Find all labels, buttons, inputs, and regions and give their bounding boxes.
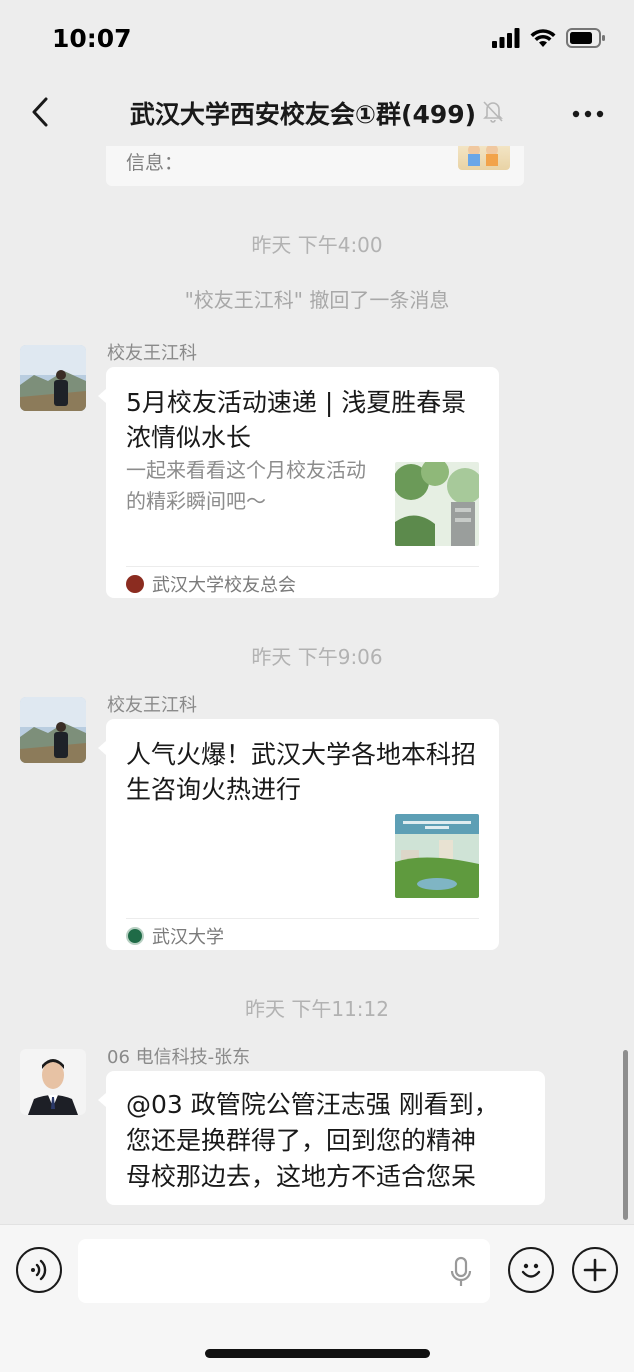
emoji-button[interactable] [508, 1247, 554, 1293]
back-button[interactable] [20, 92, 60, 132]
message-line: 母校那边去，这地方不适合您呆 [126, 1162, 477, 1191]
more-button[interactable] [568, 94, 608, 134]
card-source: 武汉大学 [126, 923, 224, 949]
status-bar: 10:07 [0, 0, 634, 80]
card-divider [126, 566, 479, 567]
recall-notice: "校友王江科" 撤回了一条消息 [184, 288, 450, 312]
alumni-logo-icon [126, 575, 144, 593]
timestamp-label: 昨天 下午9:06 [251, 645, 383, 669]
timestamp-label: 昨天 下午11:12 [245, 997, 389, 1021]
card-thumbnail [395, 814, 479, 898]
plus-button[interactable] [572, 1247, 618, 1293]
microphone-icon [450, 1256, 472, 1286]
wifi-icon [530, 28, 556, 52]
timestamp-label: 昨天 下午4:00 [251, 233, 383, 257]
status-time: 10:07 [52, 24, 132, 53]
input-bar [0, 1224, 634, 1372]
card-title: 人气火爆！武汉大学各地本科招生咨询火热进行 [126, 740, 477, 804]
voice-button[interactable] [16, 1247, 62, 1293]
message-line: @03 政管院公管汪志强 刚看到， [126, 1090, 499, 1119]
nav-title-wrap: 武汉大学西安校友会①群(499) [90, 94, 544, 132]
sender-name: 校友王江科 [107, 695, 197, 716]
card-source-label: 武汉大学 [152, 927, 224, 948]
card-title: 5月校友活动速递 | 浅夏胜春景 浓情似水长 [126, 388, 467, 452]
message-line: 您还是换群得了，回到您的精神 [126, 1126, 477, 1155]
chat-area[interactable]: 信息： 昨天 下午4:00 "校友王江科" 撤回了一条消息 校友王江科 5月校友… [0, 146, 634, 1224]
card-thumbnail [395, 462, 479, 546]
university-logo-icon [126, 927, 144, 945]
voice-icon [31, 1259, 47, 1281]
sender-name: 校友王江科 [107, 343, 197, 364]
link-card[interactable]: 5月校友活动速递 | 浅夏胜春景 浓情似水长 一起来看看这个月校友活动的精彩瞬间… [98, 367, 499, 598]
chat-scrollbar[interactable] [623, 1050, 628, 1220]
message-input[interactable] [78, 1239, 490, 1303]
chat-title: 武汉大学西安校友会①群(499) [129, 100, 477, 129]
nav-bar: 武汉大学西安校友会①群(499) [0, 80, 634, 146]
battery-icon [566, 28, 606, 52]
card-divider [126, 918, 479, 919]
card-source: 武汉大学校友总会 [126, 571, 296, 597]
avatar[interactable] [20, 697, 86, 763]
avatar[interactable] [20, 345, 86, 411]
signal-icon [492, 28, 520, 52]
plus-icon [583, 1258, 607, 1282]
chevron-left-icon [32, 97, 48, 127]
card-source-label: 武汉大学校友总会 [152, 575, 296, 596]
sender-name: 06 电信科技-张东 [107, 1047, 251, 1068]
home-indicator[interactable] [205, 1349, 430, 1358]
partial-card-thumbnail [458, 146, 510, 170]
partial-card-label: 信息： [126, 152, 184, 174]
link-card[interactable]: 人气火爆！武汉大学各地本科招生咨询火热进行 武汉大学 [98, 719, 499, 950]
status-icons [492, 28, 606, 52]
avatar[interactable] [20, 1049, 86, 1115]
bell-off-icon [482, 99, 504, 127]
partial-link-card[interactable]: 信息： [106, 146, 524, 186]
ellipsis-icon [572, 110, 604, 118]
text-message-bubble[interactable]: @03 政管院公管汪志强 刚看到， 您还是换群得了，回到您的精神 母校那边去，这… [98, 1071, 545, 1205]
microphone-button[interactable] [446, 1255, 476, 1289]
card-description: 一起来看看这个月校友活动的精彩瞬间吧～ [126, 458, 366, 513]
emoji-icon [521, 1263, 541, 1278]
